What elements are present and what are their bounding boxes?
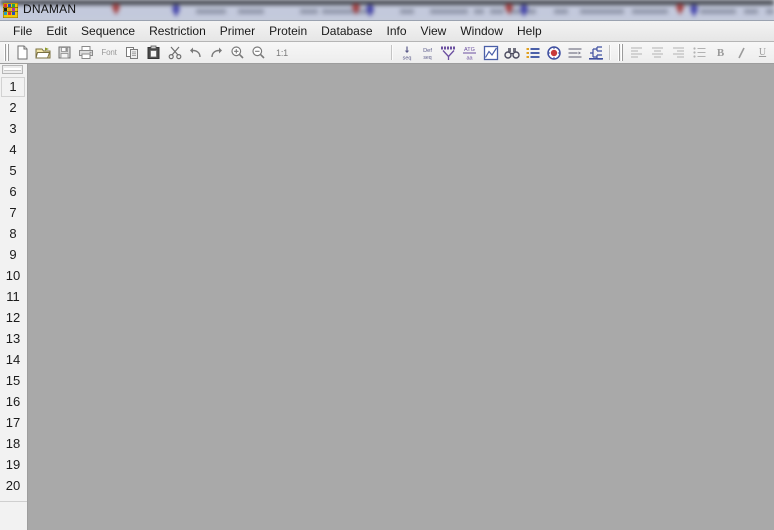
- toolbar-grip-handle[interactable]: [3, 44, 10, 61]
- menu-item-info[interactable]: Info: [380, 23, 414, 40]
- line-number: 8: [0, 223, 26, 244]
- bold-icon[interactable]: B: [711, 43, 730, 62]
- svg-text:seq: seq: [423, 55, 431, 61]
- line-number: 4: [0, 139, 26, 160]
- document-canvas[interactable]: [29, 64, 774, 530]
- menu-item-primer[interactable]: Primer: [213, 23, 262, 40]
- toolbar-separator-1: [391, 45, 393, 60]
- alignment-icon[interactable]: [565, 43, 584, 62]
- dnaman-app-icon[interactable]: [3, 3, 18, 18]
- menu-bar: File Edit Sequence Restriction Primer Pr…: [0, 21, 774, 42]
- plot-analysis-icon[interactable]: [481, 43, 500, 62]
- line-number: 19: [0, 454, 26, 475]
- align-left-icon[interactable]: [627, 43, 646, 62]
- svg-text:ATG: ATG: [464, 47, 475, 53]
- copy-icon[interactable]: [123, 43, 142, 62]
- actual-size-icon[interactable]: 1:1: [270, 43, 294, 62]
- line-number: 9: [0, 244, 26, 265]
- underline-label: U: [759, 47, 766, 58]
- menu-item-file[interactable]: File: [6, 23, 39, 40]
- open-folder-icon[interactable]: [34, 43, 53, 62]
- line-number: 11: [0, 286, 26, 307]
- translate-sequence-icon[interactable]: ATG aa: [460, 43, 479, 62]
- line-number: 7: [0, 202, 26, 223]
- line-number: 13: [0, 328, 26, 349]
- undo-arrow-icon[interactable]: [186, 43, 205, 62]
- restriction-sites-icon[interactable]: [439, 43, 458, 62]
- line-number: 17: [0, 412, 26, 433]
- line-number: 2: [0, 97, 26, 118]
- zoom-out-icon[interactable]: [249, 43, 268, 62]
- actual-size-label: 1:1: [276, 48, 288, 58]
- line-number: 1: [1, 77, 25, 97]
- cut-scissors-icon[interactable]: [165, 43, 184, 62]
- dnaman-application-window: DNAMAN File Edit Sequence Restriction Pr…: [0, 0, 774, 530]
- print-icon[interactable]: [76, 43, 95, 62]
- line-number: 12: [0, 307, 26, 328]
- menu-item-database[interactable]: Database: [314, 23, 379, 40]
- define-sequence-icon[interactable]: Def seq: [418, 43, 437, 62]
- menu-item-help[interactable]: Help: [510, 23, 549, 40]
- find-binoculars-icon[interactable]: [502, 43, 521, 62]
- menu-item-edit[interactable]: Edit: [39, 23, 74, 40]
- circular-plasmid-icon[interactable]: [544, 43, 563, 62]
- menu-item-sequence[interactable]: Sequence: [74, 23, 142, 40]
- italic-icon[interactable]: [732, 43, 751, 62]
- line-number: 14: [0, 349, 26, 370]
- svg-text:aa: aa: [466, 55, 473, 61]
- list-view-icon[interactable]: [523, 43, 542, 62]
- line-number: 5: [0, 160, 26, 181]
- zoom-in-icon[interactable]: [228, 43, 247, 62]
- load-sequence-icon[interactable]: seq: [397, 43, 416, 62]
- bold-label: B: [717, 47, 724, 59]
- font-icon[interactable]: Font: [97, 43, 121, 62]
- main-toolbar: Font: [0, 42, 774, 64]
- format-toolbar-grip-handle[interactable]: [617, 44, 624, 61]
- menu-item-window[interactable]: Window: [453, 23, 510, 40]
- line-number: 16: [0, 391, 26, 412]
- line-number: 20: [0, 475, 26, 496]
- line-number: 15: [0, 370, 26, 391]
- gutter-divider: [0, 501, 27, 502]
- redo-arrow-icon[interactable]: [207, 43, 226, 62]
- line-number: 3: [0, 118, 26, 139]
- svg-text:seq: seq: [402, 55, 411, 61]
- font-button-label: Font: [101, 48, 116, 57]
- align-right-icon[interactable]: [669, 43, 688, 62]
- menu-item-protein[interactable]: Protein: [262, 23, 314, 40]
- line-number: 6: [0, 181, 26, 202]
- window-title: DNAMAN: [23, 2, 76, 16]
- line-number: 18: [0, 433, 26, 454]
- line-number-list: 1 2 3 4 5 6 7 8 9 10 11 12 13 14 15 16 1…: [0, 77, 26, 496]
- align-center-icon[interactable]: [648, 43, 667, 62]
- phylogenetic-tree-icon[interactable]: [586, 43, 605, 62]
- gutter-scrollbar[interactable]: [2, 65, 23, 74]
- blurred-background-tabs: [0, 0, 774, 20]
- toolbar-separator-2: [609, 45, 611, 60]
- line-number: 10: [0, 265, 26, 286]
- menu-item-restriction[interactable]: Restriction: [142, 23, 213, 40]
- title-bar: DNAMAN: [0, 0, 774, 21]
- workspace-area: 1 2 3 4 5 6 7 8 9 10 11 12 13 14 15 16 1…: [0, 64, 774, 530]
- menu-item-view[interactable]: View: [414, 23, 454, 40]
- svg-text:Def: Def: [423, 48, 432, 54]
- new-document-icon[interactable]: [13, 43, 32, 62]
- save-disk-icon[interactable]: [55, 43, 74, 62]
- bullet-list-icon[interactable]: [690, 43, 709, 62]
- underline-icon[interactable]: U: [753, 43, 772, 62]
- paste-icon[interactable]: [144, 43, 163, 62]
- line-number-gutter: 1 2 3 4 5 6 7 8 9 10 11 12 13 14 15 16 1…: [0, 64, 28, 530]
